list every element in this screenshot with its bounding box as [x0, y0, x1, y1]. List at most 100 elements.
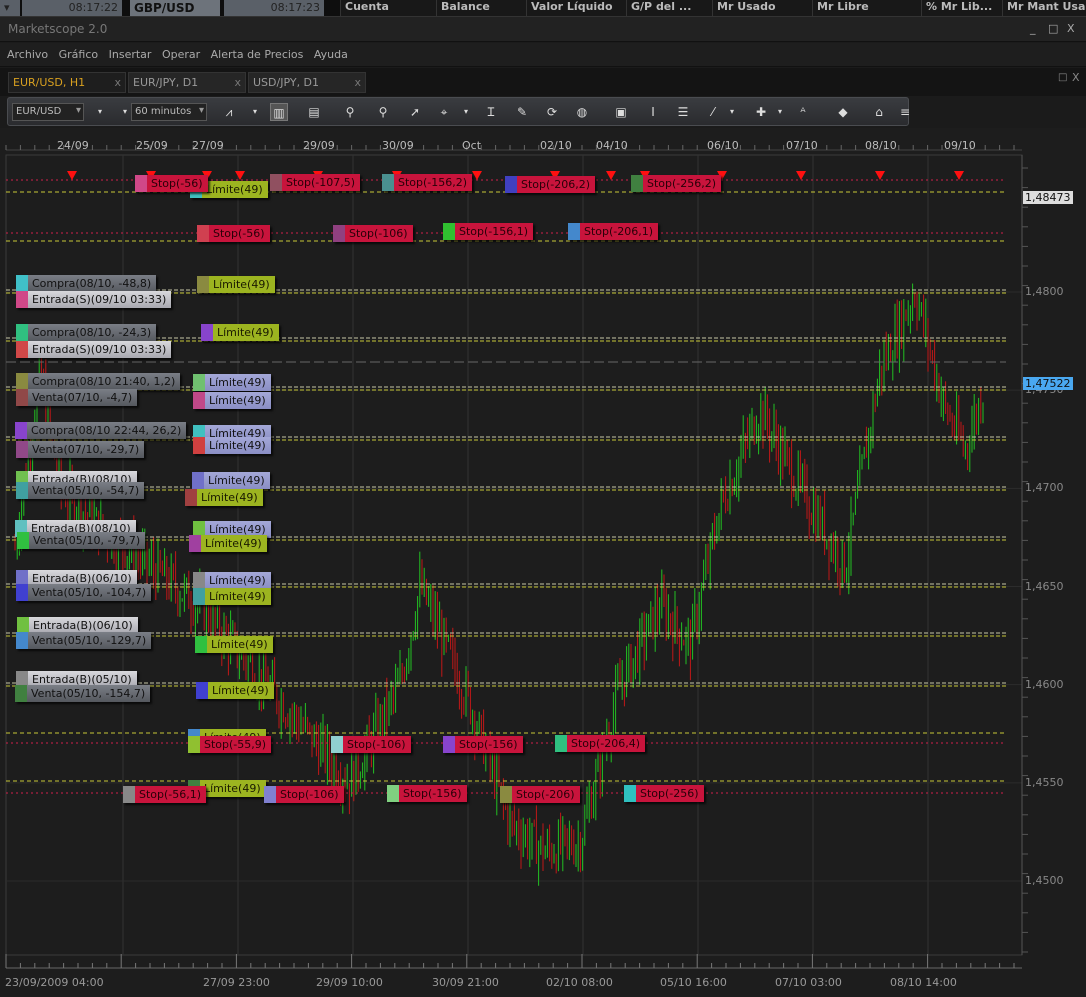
- zoom-in-icon[interactable]: ⚲: [341, 103, 359, 121]
- position-label[interactable]: Venta(07/10, -4,7): [16, 389, 138, 406]
- tab-close-icon[interactable]: x: [114, 76, 121, 89]
- limit-order-label[interactable]: Límite(49): [192, 472, 270, 489]
- position-label[interactable]: Compra(08/10, -24,3): [16, 324, 157, 341]
- timeframe-select[interactable]: 60 minutos ▾: [131, 103, 207, 121]
- position-label[interactable]: Entrada(S)(09/10 03:33): [16, 291, 172, 308]
- cursor-data-icon[interactable]: Ɪ: [482, 103, 500, 121]
- dropdown-arrow-icon[interactable]: ▾: [251, 103, 259, 121]
- account-column-header[interactable]: G/P del ...: [626, 0, 712, 16]
- crosshair-icon[interactable]: ⌖: [435, 103, 453, 121]
- abc-icon[interactable]: ᴬ: [794, 103, 812, 121]
- position-label[interactable]: Entrada(S)(09/10 03:33): [16, 341, 172, 358]
- limit-order-label[interactable]: Límite(49): [193, 572, 271, 589]
- limit-order-label[interactable]: Límite(49): [195, 636, 273, 653]
- instrument-select[interactable]: EUR/USD ▾: [12, 103, 84, 121]
- limit-order-label[interactable]: Límite(49): [193, 588, 271, 605]
- stop-order-label[interactable]: Stop(-206): [500, 786, 580, 803]
- menu-archivo[interactable]: Archivo: [7, 48, 48, 61]
- position-label[interactable]: Compra(08/10 22:44, 26,2): [15, 422, 187, 439]
- account-column-header[interactable]: Mr Usado: [712, 0, 812, 16]
- position-label[interactable]: Venta(05/10, -54,7): [16, 482, 145, 499]
- menu-insertar[interactable]: Insertar: [109, 48, 152, 61]
- menu-ayuda[interactable]: Ayuda: [314, 48, 348, 61]
- close-chart-icon[interactable]: X: [1072, 71, 1080, 84]
- account-column-header[interactable]: Balance: [436, 0, 526, 16]
- cursor-icon[interactable]: ➚: [406, 103, 424, 121]
- position-label[interactable]: Compra(08/10 21:40, 1,2): [16, 373, 181, 390]
- position-label[interactable]: Venta(05/10, -154,7): [15, 685, 151, 702]
- dropdown-arrow-icon[interactable]: ▾: [0, 0, 20, 16]
- position-label[interactable]: Venta(07/10, -29,7): [16, 441, 145, 458]
- dropdown-arrow-icon[interactable]: ▾: [462, 103, 470, 121]
- eraser-icon[interactable]: ◆: [834, 103, 852, 121]
- limit-order-label[interactable]: Límite(49): [189, 535, 267, 552]
- stop-order-label[interactable]: Stop(-256,2): [631, 175, 722, 192]
- pen-icon[interactable]: ⁄: [704, 103, 722, 121]
- stop-order-label[interactable]: Stop(-206,1): [568, 223, 659, 240]
- position-label[interactable]: Venta(05/10, -79,7): [17, 532, 146, 549]
- limit-order-label[interactable]: Límite(49): [196, 682, 274, 699]
- account-column-header[interactable]: % Mr Lib...: [921, 0, 1002, 16]
- limit-order-label[interactable]: Límite(49): [197, 276, 275, 293]
- stop-order-label[interactable]: Stop(-256): [624, 785, 704, 802]
- zoom-out-icon[interactable]: ⚲: [374, 103, 392, 121]
- account-column-header[interactable]: Cuenta: [340, 0, 436, 16]
- tab-close-icon[interactable]: x: [354, 76, 361, 89]
- account-column-header[interactable]: Mr Mant Usa: [1002, 0, 1086, 16]
- stop-order-label[interactable]: Stop(-55,9): [188, 736, 272, 753]
- stop-order-label[interactable]: Stop(-156): [387, 785, 467, 802]
- tab-close-icon[interactable]: x: [234, 76, 241, 89]
- report-icon[interactable]: ☰: [674, 103, 692, 121]
- maximize-button[interactable]: □: [1048, 22, 1058, 35]
- properties-icon[interactable]: ✎: [513, 103, 531, 121]
- stop-order-label[interactable]: Stop(-156,1): [443, 223, 534, 240]
- account-column-header[interactable]: Mr Libre: [812, 0, 921, 16]
- tab-usdjpy-d1[interactable]: USD/JPY, D1 x: [248, 72, 366, 93]
- text-icon[interactable]: I: [644, 103, 662, 121]
- stop-order-label[interactable]: Stop(-56): [135, 175, 208, 192]
- restore-icon[interactable]: □: [1058, 72, 1067, 83]
- dropdown-arrow-icon[interactable]: ▾: [96, 103, 104, 121]
- dropdown-arrow-icon[interactable]: ▾: [728, 103, 736, 121]
- chart-type-icon[interactable]: ⩘: [220, 103, 238, 121]
- stop-order-label[interactable]: Stop(-106): [264, 786, 344, 803]
- stop-order-label[interactable]: Stop(-156): [443, 736, 523, 753]
- stop-order-label[interactable]: Stop(-206,4): [555, 735, 646, 752]
- stop-order-label[interactable]: Stop(-106): [331, 736, 411, 753]
- stop-order-label[interactable]: Stop(-156,2): [382, 174, 473, 191]
- image-icon[interactable]: ▣: [612, 103, 630, 121]
- quote-symbol[interactable]: GBP/USD: [130, 0, 220, 16]
- candles-icon[interactable]: ▥: [270, 103, 288, 121]
- stop-order-label[interactable]: Stop(-106): [333, 225, 413, 242]
- chart-area[interactable]: [0, 128, 1086, 997]
- tab-eurusd-h1[interactable]: EUR/USD, H1 x: [8, 72, 126, 93]
- price-chart[interactable]: [0, 128, 1086, 997]
- position-label[interactable]: Venta(05/10, -129,7): [16, 632, 152, 649]
- position-label[interactable]: Venta(05/10, -104,7): [16, 584, 152, 601]
- limit-order-label[interactable]: Límite(49): [185, 489, 263, 506]
- stop-order-label[interactable]: Stop(-206,2): [505, 176, 596, 193]
- close-button[interactable]: X: [1067, 22, 1075, 35]
- more-icon[interactable]: ≡: [896, 103, 914, 121]
- minimize-button[interactable]: _: [1030, 22, 1036, 35]
- menu-operar[interactable]: Operar: [162, 48, 200, 61]
- indicator-icon[interactable]: ✚: [752, 103, 770, 121]
- limit-order-label[interactable]: Límite(49): [193, 437, 271, 454]
- refresh-icon[interactable]: ⟳: [543, 103, 561, 121]
- stop-order-label[interactable]: Stop(-56): [197, 225, 270, 242]
- levels-icon[interactable]: ⌂: [870, 103, 888, 121]
- stop-order-label[interactable]: Stop(-107,5): [270, 174, 361, 191]
- stop-order-label[interactable]: Stop(-56,1): [123, 786, 207, 803]
- dropdown-arrow-icon[interactable]: ▾: [776, 103, 784, 121]
- limit-order-label[interactable]: Límite(49): [193, 392, 271, 409]
- globe-icon[interactable]: ◍: [573, 103, 591, 121]
- bars-icon[interactable]: ▤: [305, 103, 323, 121]
- menu-grafico[interactable]: Gráfico: [59, 48, 99, 61]
- limit-order-label[interactable]: Límite(49): [201, 324, 279, 341]
- menu-alerta-precios[interactable]: Alerta de Precios: [211, 48, 304, 61]
- limit-order-label[interactable]: Límite(49): [193, 374, 271, 391]
- position-label[interactable]: Compra(08/10, -48,8): [16, 275, 157, 292]
- tab-eurjpy-d1[interactable]: EUR/JPY, D1 x: [128, 72, 246, 93]
- account-column-header[interactable]: Valor Líquido: [526, 0, 626, 16]
- dropdown-arrow-icon[interactable]: ▾: [121, 103, 129, 121]
